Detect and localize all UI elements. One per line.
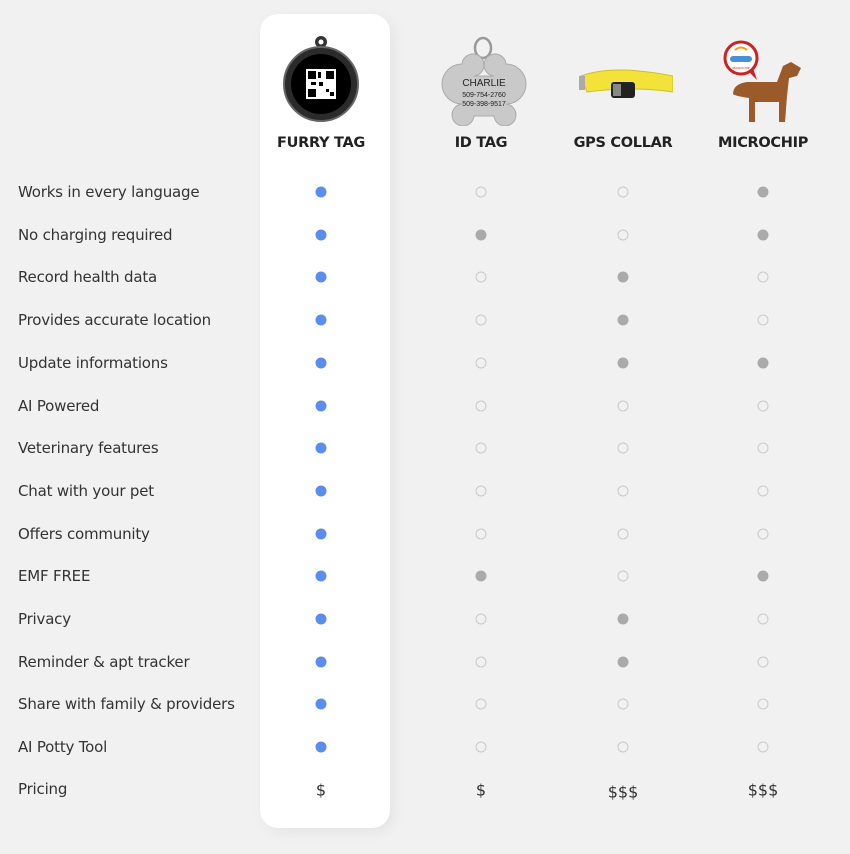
- feature-label: Provides accurate location: [18, 311, 211, 330]
- feature-indicator-no: [757, 741, 769, 753]
- feature-indicator-partial: [617, 656, 629, 668]
- feature-indicator-no: [475, 698, 487, 710]
- feature-label: Share with family & providers: [18, 695, 235, 714]
- feature-indicator-yes: [315, 314, 327, 326]
- feature-indicator-no: [475, 271, 487, 283]
- feature-indicator-partial: [617, 314, 629, 326]
- feature-indicator-no: [475, 442, 487, 454]
- id-tag-phone-1: 509-754-2760: [462, 92, 506, 99]
- feature-indicator-no: [617, 229, 629, 241]
- qr-tag-image: [283, 36, 359, 122]
- feature-label: No charging required: [18, 225, 173, 244]
- yellow-collar-image: [579, 69, 673, 98]
- feature-indicator-no: [617, 698, 629, 710]
- feature-indicator-no: [617, 400, 629, 411]
- feature-indicator-no: [475, 656, 487, 668]
- feature-indicator-no: [617, 485, 629, 497]
- feature-indicator-no: [757, 400, 769, 411]
- feature-indicator-no: [617, 186, 629, 198]
- feature-indicator-yes: [315, 400, 327, 411]
- dog-microchip-image: MICROCHIP: [723, 40, 801, 122]
- feature-label: AI Potty Tool: [18, 738, 108, 757]
- feature-indicator-no: [757, 442, 769, 454]
- feature-indicator-yes: [315, 271, 327, 283]
- feature-label: Update informations: [18, 353, 168, 372]
- feature-indicator-yes: [315, 570, 327, 582]
- feature-indicator-no: [757, 271, 769, 283]
- feature-indicator-no: [475, 314, 487, 326]
- feature-label: Veterinary features: [18, 439, 159, 458]
- feature-indicator-no: [757, 613, 769, 625]
- feature-indicator-yes: [315, 229, 327, 241]
- price-microchip: $$$: [747, 780, 779, 800]
- feature-indicator-partial: [757, 229, 769, 241]
- feature-indicator-yes: [315, 528, 327, 540]
- feature-indicator-yes: [315, 357, 327, 369]
- feature-indicator-no: [757, 314, 769, 326]
- feature-indicator-no: [617, 528, 629, 540]
- feature-indicator-yes: [315, 186, 327, 198]
- feature-indicator-partial: [757, 357, 769, 369]
- feature-indicator-partial: [617, 613, 629, 625]
- feature-label: Chat with your pet: [18, 481, 154, 500]
- feature-indicator-no: [475, 741, 487, 753]
- feature-indicator-no: [475, 613, 487, 625]
- microchip-label: MICROCHIP: [732, 66, 749, 70]
- column-header-id-tag: ID TAG: [454, 135, 508, 151]
- feature-label: AI Powered: [18, 396, 100, 415]
- feature-indicator-no: [757, 485, 769, 497]
- column-header-gps-collar: GPS COLLAR: [573, 135, 673, 151]
- feature-indicator-no: [757, 528, 769, 540]
- feature-indicator-partial: [757, 570, 769, 582]
- price-id-tag: $: [475, 780, 487, 800]
- feature-indicator-yes: [315, 613, 327, 625]
- feature-indicator-no: [617, 741, 629, 753]
- feature-indicator-yes: [315, 698, 327, 710]
- id-tag-name: CHARLIE: [462, 78, 506, 89]
- feature-indicator-no: [475, 186, 487, 198]
- id-tag-phone-2: 509-398-9517: [462, 101, 506, 108]
- feature-indicator-no: [617, 570, 629, 582]
- feature-indicator-yes: [315, 442, 327, 454]
- column-header-furry-tag: FURRY TAG: [277, 135, 365, 151]
- feature-label: EMF FREE: [18, 567, 91, 586]
- bone-id-tag-image: CHARLIE 509-754-2760 509-398-9517: [441, 36, 527, 126]
- feature-label: Privacy: [18, 610, 71, 628]
- feature-indicator-no: [475, 357, 487, 369]
- feature-indicator-no: [475, 528, 487, 540]
- feature-indicator-yes: [315, 485, 327, 497]
- feature-label: Works in every language: [18, 183, 200, 201]
- feature-indicator-no: [757, 656, 769, 668]
- feature-label: Offers community: [18, 524, 150, 543]
- feature-label: Record health data: [18, 268, 158, 287]
- feature-indicator-no: [475, 485, 487, 497]
- price-gps-collar: $$$: [607, 782, 639, 802]
- feature-indicator-yes: [315, 741, 327, 753]
- feature-indicator-no: [617, 442, 629, 454]
- feature-indicator-yes: [315, 656, 327, 668]
- feature-indicator-partial: [617, 271, 629, 283]
- feature-indicator-no: [475, 400, 487, 411]
- price-furry-tag: $: [315, 780, 327, 800]
- feature-label: Reminder & apt tracker: [18, 652, 190, 671]
- feature-indicator-partial: [617, 357, 629, 369]
- feature-indicator-partial: [475, 229, 487, 241]
- pricing-label: Pricing: [18, 780, 68, 798]
- feature-indicator-no: [757, 698, 769, 710]
- feature-indicator-partial: [757, 186, 769, 198]
- feature-indicator-partial: [475, 570, 487, 582]
- column-header-microchip: MICROCHIP: [717, 135, 809, 151]
